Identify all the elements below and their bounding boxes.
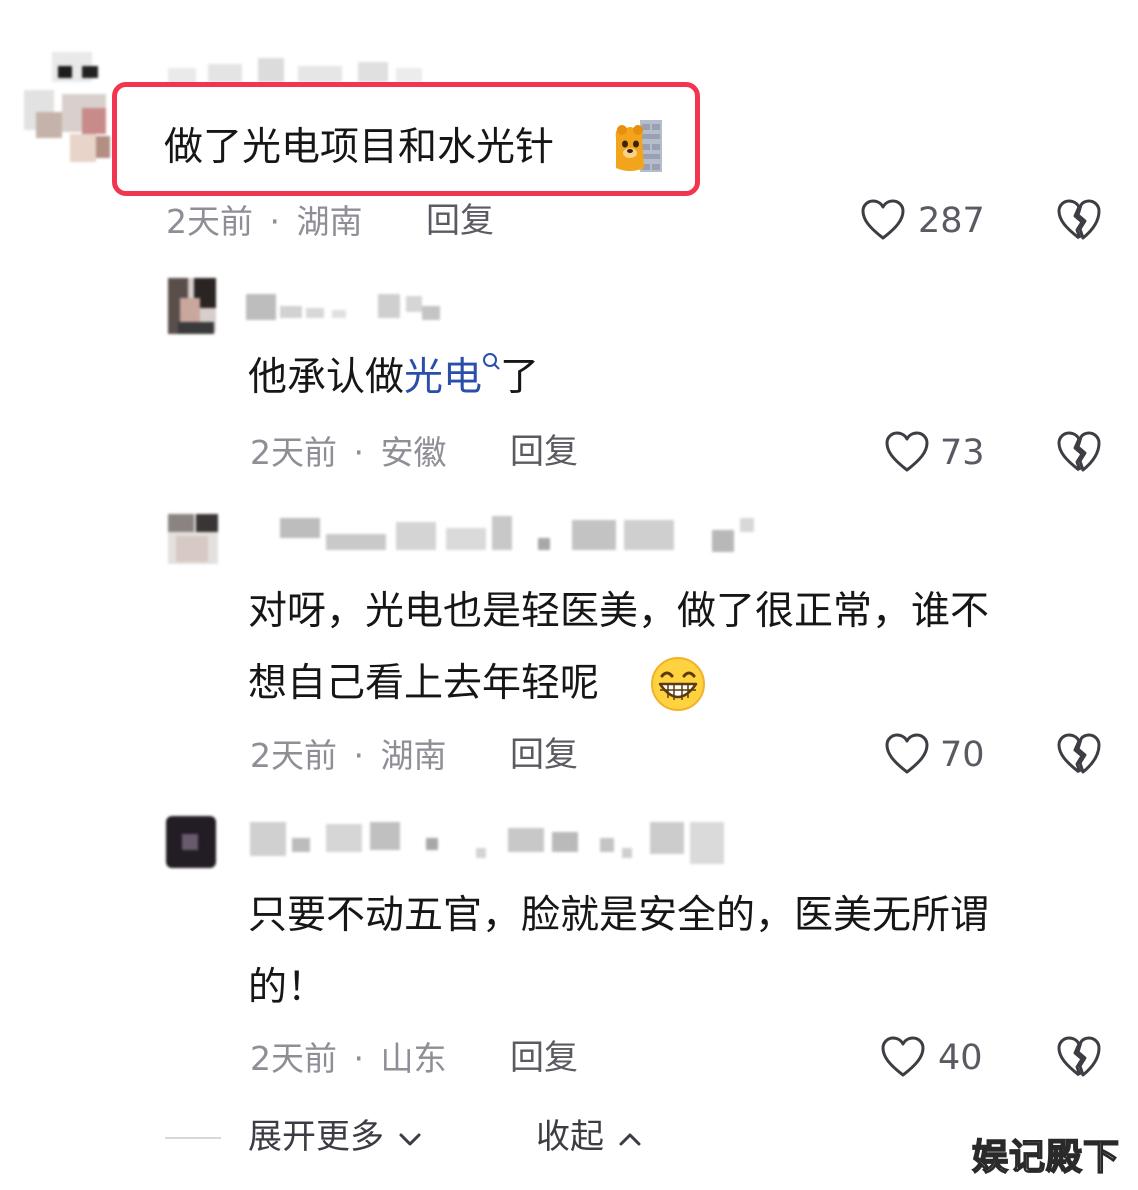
comment-text: 做了光电项目和水光针: [164, 125, 555, 170]
avatar[interactable]: [22, 52, 114, 164]
broken-heart-icon: [1057, 733, 1101, 774]
chevron-down-icon: [399, 1133, 421, 1145]
reply-button[interactable]: 回复: [426, 204, 494, 238]
like-button[interactable]: 70: [884, 732, 1004, 778]
comment-time: 2天前: [166, 202, 253, 241]
broken-heart-icon: [1057, 431, 1101, 472]
like-button[interactable]: 73: [884, 430, 1004, 476]
like-count: 287: [918, 201, 985, 241]
dislike-button[interactable]: [1056, 732, 1102, 778]
broken-heart-icon: [1057, 1036, 1101, 1077]
dislike-button[interactable]: [1056, 1035, 1102, 1081]
broken-heart-icon: [1057, 199, 1101, 240]
meta-separator: ·: [269, 202, 281, 241]
username-blurred[interactable]: [256, 514, 766, 558]
like-button[interactable]: 287: [860, 198, 1000, 244]
heart-icon: [861, 199, 905, 240]
username-blurred[interactable]: [246, 290, 446, 326]
reply-button[interactable]: 回复: [510, 435, 578, 469]
comment-location: 湖南: [296, 202, 363, 241]
collapse-button[interactable]: 收起: [536, 1120, 643, 1154]
comment-text: 想自己看上去年轻呢: [248, 664, 599, 703]
expand-more-label: 展开更多: [248, 1117, 384, 1157]
comment-text: 只要不动五官，脸就是安全的，医美无所谓: [248, 896, 989, 935]
heart-icon: [881, 1036, 925, 1077]
avatar[interactable]: [166, 816, 216, 868]
comment-text: 他承认做光电了: [248, 353, 539, 400]
comment-line: 的！: [248, 965, 327, 1010]
collapse-label: 收起: [536, 1117, 604, 1157]
comment-line: 想自己看上去年轻呢: [248, 661, 600, 706]
username-blurred[interactable]: [246, 818, 736, 866]
keyword-link[interactable]: 光电: [404, 355, 482, 400]
comment-time: 2天前: [250, 433, 337, 472]
comment-text: 对呀，光电也是轻医美，做了很正常，谁不: [248, 592, 989, 631]
heart-icon: [885, 733, 929, 774]
comment-meta: 2天前 · 湖南: [250, 739, 447, 772]
comment-time: 2天前: [250, 1039, 337, 1078]
comment-time: 2天前: [250, 736, 337, 775]
dislike-button[interactable]: [1056, 198, 1102, 244]
meta-separator: ·: [353, 736, 365, 775]
divider: [165, 1137, 221, 1139]
search-icon: [483, 353, 500, 370]
comment-line: 只要不动五官，脸就是安全的，医美无所谓: [248, 893, 990, 938]
bear-peeking-emoji: [612, 118, 664, 174]
meta-separator: ·: [353, 433, 365, 472]
grin-emoji: [650, 656, 706, 712]
reply-button[interactable]: 回复: [510, 738, 578, 772]
dislike-button[interactable]: [1056, 430, 1102, 476]
like-count: 73: [940, 433, 985, 473]
chevron-up-icon: [619, 1133, 641, 1145]
comment-location: 安徽: [380, 433, 447, 472]
like-count: 70: [940, 735, 985, 775]
comment-text: 的！: [248, 968, 326, 1007]
avatar[interactable]: [168, 278, 216, 334]
comment-meta: 2天前 · 安徽: [250, 436, 447, 469]
reply-button[interactable]: 回复: [510, 1041, 578, 1075]
comment-meta: 2天前 · 湖南: [166, 205, 363, 238]
comment-location: 湖南: [380, 736, 447, 775]
meta-separator: ·: [353, 1039, 365, 1078]
like-count: 40: [938, 1038, 983, 1078]
like-button[interactable]: 40: [880, 1035, 1004, 1081]
expand-more-button[interactable]: 展开更多: [248, 1120, 423, 1154]
heart-icon: [885, 431, 929, 472]
comment-line: 对呀，光电也是轻医美，做了很正常，谁不: [248, 589, 990, 634]
watermark: 娱记殿下: [971, 1136, 1120, 1179]
comment-meta: 2天前 · 山东: [250, 1042, 447, 1075]
comment-location: 山东: [380, 1039, 447, 1078]
avatar[interactable]: [168, 514, 218, 564]
